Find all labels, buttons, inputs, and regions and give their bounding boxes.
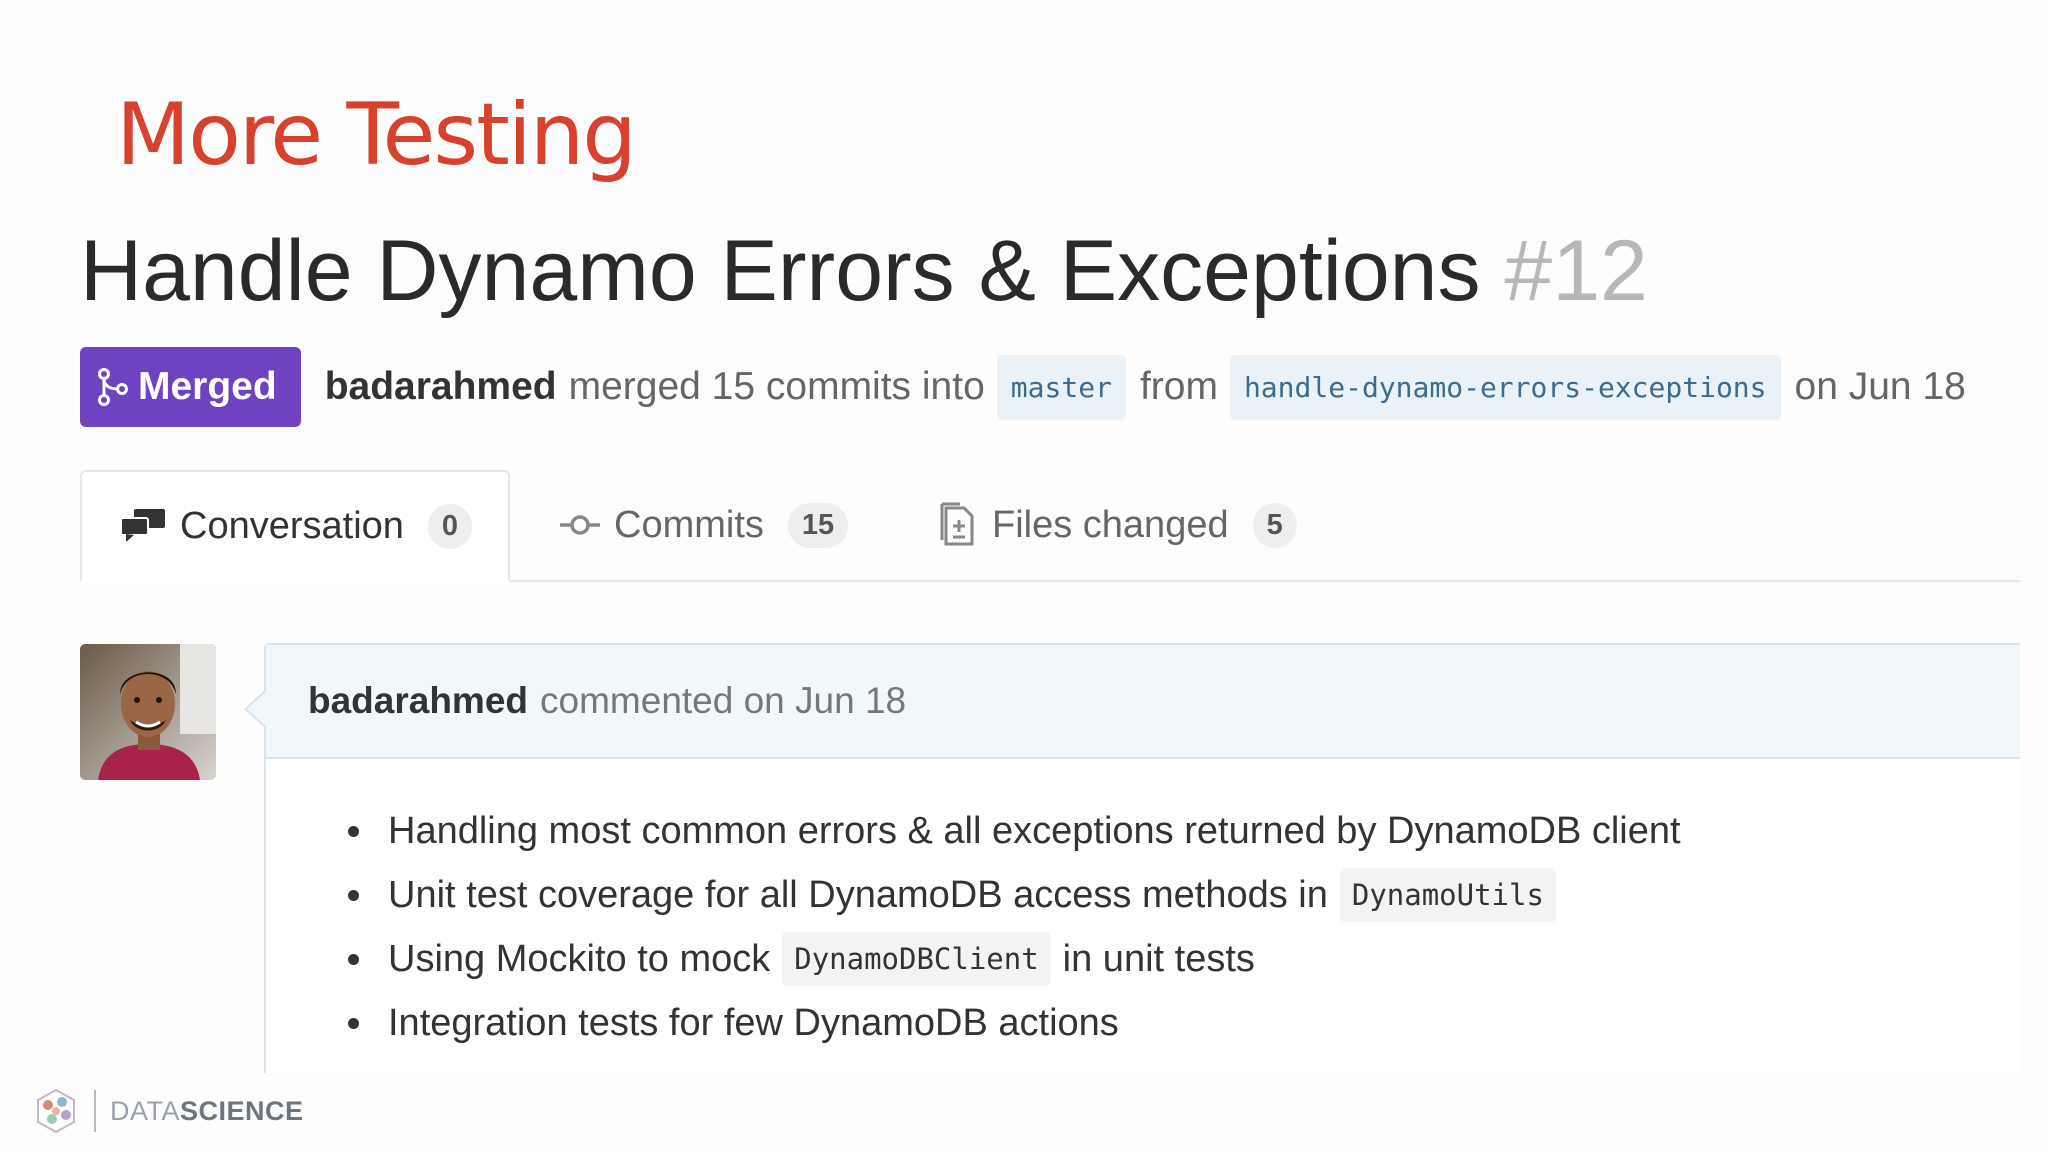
merged-status-label: Merged: [138, 365, 277, 408]
base-branch[interactable]: master: [996, 354, 1126, 420]
comment-discussion-icon: [120, 509, 165, 542]
comment-meta: commented on Jun 18: [540, 680, 907, 721]
pr-title: Handle Dynamo Errors & Exceptions #12: [80, 228, 1648, 314]
bullet: [348, 890, 359, 901]
list-item: Using Mockito to mock DynamoDBClient in …: [348, 927, 2020, 991]
tab-conversation-label: Conversation: [180, 504, 404, 547]
inline-code: DynamoDBClient: [782, 932, 1051, 986]
avatar[interactable]: [80, 644, 216, 780]
datascience-logo: DATASCIENCE: [32, 1086, 304, 1136]
tab-files-changed-label: Files changed: [992, 503, 1229, 546]
footer-divider: [94, 1090, 96, 1132]
file-diff-icon: [940, 502, 974, 546]
pr-date: on Jun 18: [1794, 365, 1966, 408]
comment-box: badarahmed commented on Jun 18 Handling …: [244, 643, 2020, 1073]
footer-brand: DATASCIENCE: [110, 1096, 304, 1127]
list-item-text: Unit test coverage for all DynamoDB acce…: [388, 873, 1328, 916]
bullet: [348, 1018, 359, 1029]
pr-number: #12: [1504, 223, 1648, 319]
comment-author-link[interactable]: badarahmed: [308, 680, 528, 722]
tab-commits[interactable]: Commits 15: [560, 470, 849, 580]
pr-author-link[interactable]: badarahmed: [325, 365, 557, 409]
merged-status-badge: Merged: [80, 347, 301, 427]
tab-conversation-count: 0: [427, 503, 473, 549]
tab-files-changed[interactable]: Files changed 5: [940, 470, 1297, 580]
tab-files-changed-count: 5: [1252, 502, 1297, 548]
pr-action-text: merged 15 commits into: [568, 365, 985, 408]
bullet: [348, 954, 359, 965]
list-item-text: Handling most common errors & all except…: [388, 809, 1681, 852]
comment-list: Handling most common errors & all except…: [348, 799, 2020, 1055]
tab-commits-count: 15: [787, 502, 849, 548]
from-text: from: [1139, 365, 1218, 408]
head-branch[interactable]: handle-dynamo-errors-exceptions: [1229, 354, 1781, 420]
list-item-text: Using Mockito to mock: [388, 937, 771, 980]
list-item-text: Integration tests for few DynamoDB actio…: [388, 1001, 1119, 1044]
tab-commits-label: Commits: [614, 503, 764, 546]
git-commit-icon: [560, 515, 600, 535]
list-item-text-after: in unit tests: [1062, 937, 1255, 980]
datascience-logo-icon: [37, 1088, 75, 1134]
git-merge-icon: [98, 368, 128, 406]
list-item: Integration tests for few DynamoDB actio…: [348, 991, 2020, 1055]
pr-tabs: Conversation 0 Commits 15 Files changed …: [80, 470, 2020, 582]
pr-meta-row: Merged badarahmed merged 15 commits into…: [80, 347, 1978, 427]
slide: More Testing Handle Dynamo Errors & Exce…: [0, 0, 2048, 1152]
footer-brand-bold: SCIENCE: [180, 1095, 304, 1126]
footer-brand-light: DATA: [110, 1095, 181, 1126]
pr-title-text: Handle Dynamo Errors & Exceptions: [80, 223, 1481, 319]
bullet: [348, 826, 359, 837]
list-item: Handling most common errors & all except…: [348, 799, 2020, 863]
tab-conversation[interactable]: Conversation 0: [80, 470, 510, 582]
comment-header: badarahmed commented on Jun 18: [266, 645, 2020, 759]
user-photo-icon: [80, 644, 216, 780]
inline-code: DynamoUtils: [1339, 868, 1556, 922]
comment-pointer: [244, 689, 267, 729]
slide-heading: More Testing: [116, 85, 637, 185]
comment-body: Handling most common errors & all except…: [266, 759, 2020, 1055]
list-item: Unit test coverage for all DynamoDB acce…: [348, 863, 2020, 927]
